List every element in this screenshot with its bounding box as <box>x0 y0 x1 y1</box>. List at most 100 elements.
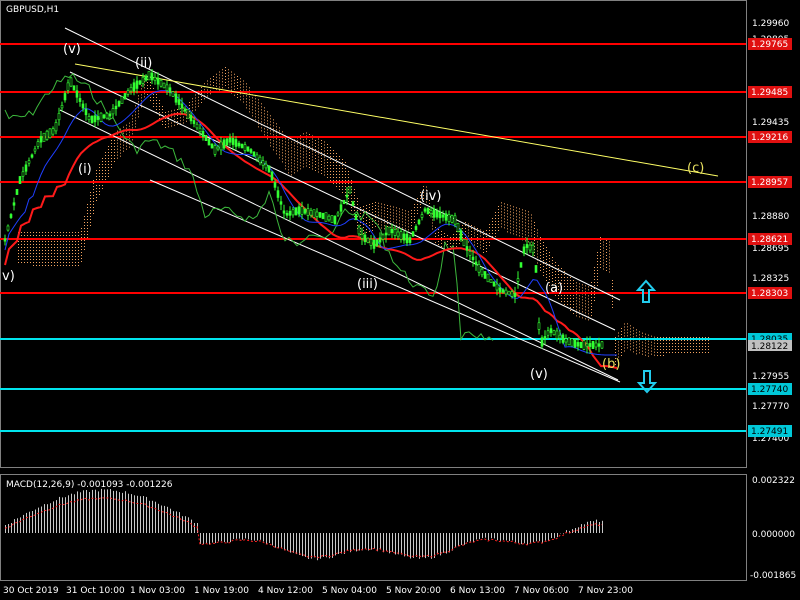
cloud-dot <box>522 224 523 226</box>
cloud-dot <box>417 210 418 211</box>
cloud-dot <box>123 132 124 134</box>
cloud-dot <box>372 230 373 231</box>
cloud-dot <box>510 220 511 222</box>
cloud-dot <box>540 246 541 247</box>
cloud-dot <box>201 90 202 91</box>
cloud-dot <box>45 241 46 242</box>
cloud-dot <box>255 101 256 103</box>
cloud-dot <box>330 171 331 172</box>
cloud-dot <box>324 162 325 164</box>
wave-label-v-top: (v) <box>63 42 81 57</box>
cloud-dot <box>534 222 535 223</box>
cloud-dot <box>696 337 697 338</box>
cloud-dot <box>270 115 271 117</box>
cloud-dot <box>423 186 424 187</box>
macd-bar <box>584 524 585 533</box>
cloud-dot <box>567 286 568 287</box>
cloud-dot <box>63 247 64 248</box>
cloud-dot <box>156 106 157 107</box>
candle-body <box>486 273 490 283</box>
cloud-dot <box>576 297 577 299</box>
cloud-dot <box>480 232 481 234</box>
cloud-dot <box>678 349 679 350</box>
cloud-dot <box>468 235 469 237</box>
cloud-dot <box>150 88 151 89</box>
cloud-dot <box>378 214 379 216</box>
cloud-dot <box>561 298 562 299</box>
macd-bar <box>419 533 420 559</box>
cloud-dot <box>282 143 283 145</box>
cloud-dot <box>108 164 109 165</box>
cloud-dot <box>312 150 313 152</box>
level-tag-text: 1.28957 <box>751 178 788 188</box>
candle-body <box>360 234 364 239</box>
macd-bar <box>320 533 321 559</box>
trading-chart[interactable]: GBPUSD,H1 (v) (ii) (i) (iii) (iv) (v) (a… <box>0 0 800 600</box>
macd-bar <box>374 533 375 549</box>
macd-bar <box>275 533 276 548</box>
candle-body <box>69 77 73 87</box>
cloud-dot <box>111 155 112 156</box>
cloud-dot <box>303 142 304 144</box>
cloud-dot <box>390 214 391 216</box>
cloud-dot <box>72 262 73 263</box>
cloud-dot <box>42 265 43 266</box>
cloud-dot <box>543 266 544 267</box>
cloud-dot <box>57 265 58 266</box>
cloud-dot <box>453 243 454 244</box>
cloud-dot <box>378 205 379 207</box>
cloud-dot <box>51 253 52 254</box>
cloud-dot <box>24 235 25 236</box>
cloud-dot <box>672 343 673 344</box>
cloud-dot <box>558 265 559 266</box>
cloud-dot <box>579 283 580 285</box>
cloud-dot <box>147 85 148 86</box>
macd-bar <box>131 494 132 533</box>
cloud-dot <box>321 158 322 159</box>
cloud-dot <box>543 245 544 246</box>
cloud-dot <box>312 159 313 161</box>
cloud-dot <box>243 98 244 100</box>
cloud-dot <box>477 237 478 238</box>
cloud-dot <box>306 156 307 158</box>
cloud-dot <box>135 117 136 119</box>
cloud-dot <box>168 111 169 113</box>
cloud-dot <box>588 289 589 291</box>
cloud-dot <box>63 253 64 254</box>
cloud-dot <box>351 207 352 208</box>
cloud-dot <box>51 265 52 266</box>
cloud-dot <box>525 240 526 242</box>
cloud-dot <box>660 346 661 347</box>
cloud-dot <box>348 198 349 199</box>
cloud-dot <box>312 147 313 149</box>
cloud-dot <box>117 151 118 153</box>
cloud-dot <box>78 244 79 245</box>
cloud-dot <box>162 112 163 113</box>
cloud-dot <box>168 123 169 125</box>
cloud-dot <box>261 118 262 120</box>
cloud-dot <box>690 340 691 341</box>
cloud-dot <box>108 173 109 174</box>
cloud-dot <box>192 98 193 100</box>
macd-bar <box>11 523 12 533</box>
cloud-dot <box>288 157 289 159</box>
cloud-dot <box>552 275 553 276</box>
cloud-dot <box>678 343 679 344</box>
cloud-dot <box>255 104 256 106</box>
cloud-dot <box>234 79 235 81</box>
cloud-dot <box>294 145 295 147</box>
cloud-dot <box>51 262 52 263</box>
cloud-dot <box>606 249 607 250</box>
cloud-dot <box>384 213 385 215</box>
candle-body <box>303 208 307 214</box>
cloud-dot <box>171 110 172 112</box>
cloud-dot <box>96 176 97 177</box>
cloud-dot <box>513 233 514 235</box>
cloud-dot <box>273 140 274 142</box>
cloud-dot <box>207 80 208 82</box>
cloud-dot <box>93 204 94 205</box>
cloud-dot <box>471 240 472 241</box>
cloud-dot <box>606 267 607 268</box>
cloud-dot <box>660 349 661 350</box>
cloud-dot <box>87 231 88 232</box>
